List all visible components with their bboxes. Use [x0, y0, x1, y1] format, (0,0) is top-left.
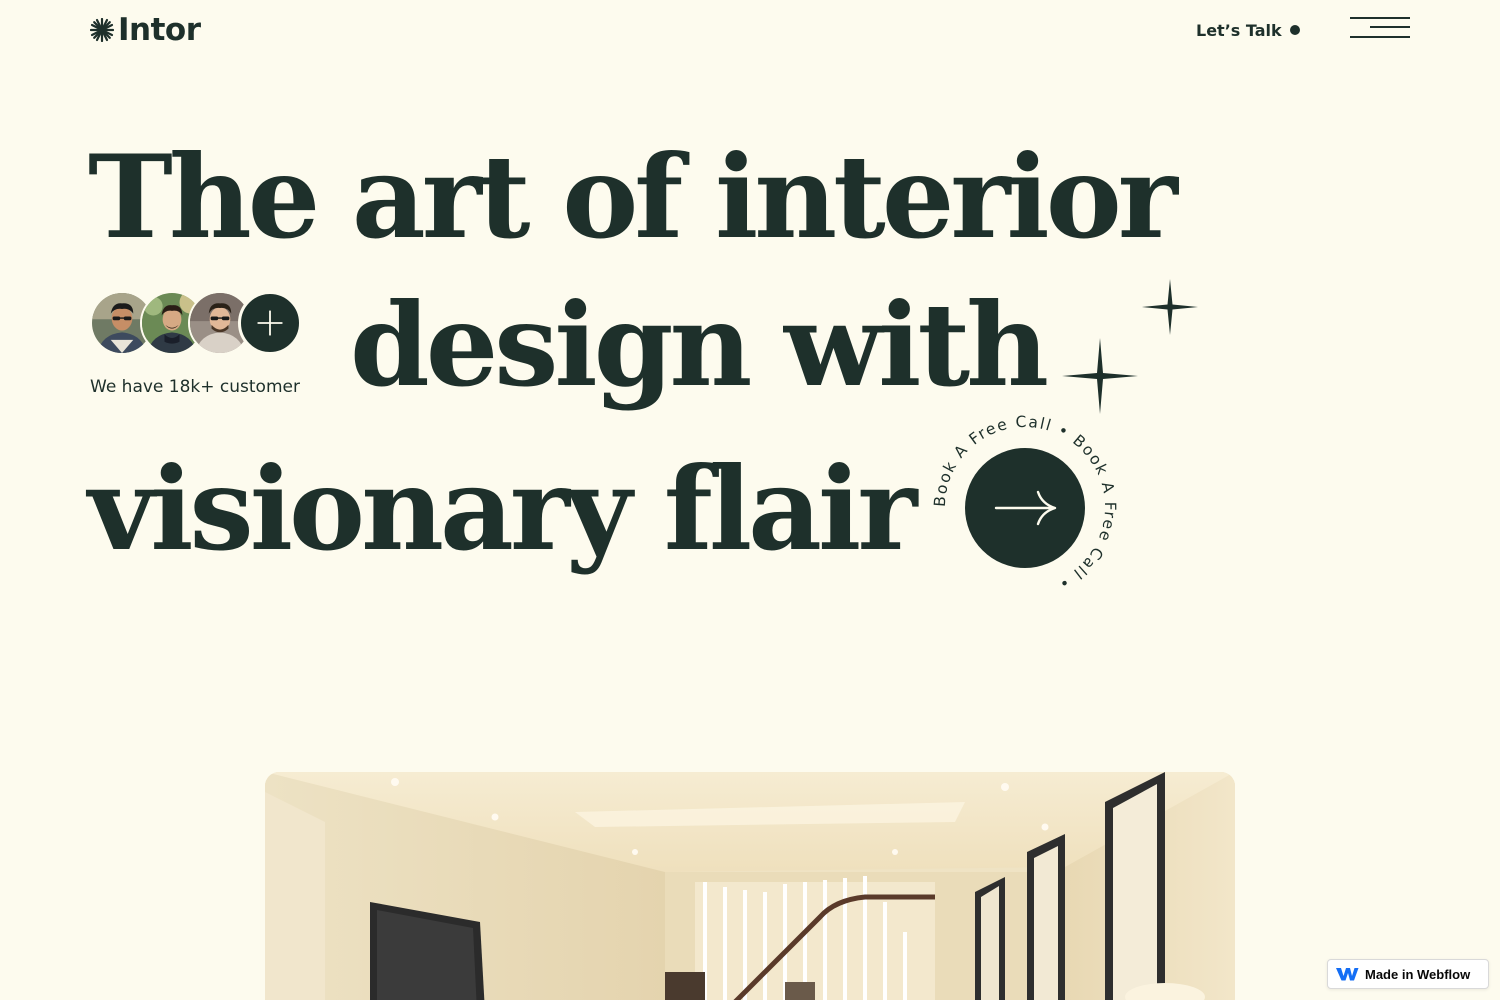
hero-headline-line-3: visionary flair [88, 442, 917, 576]
starburst-icon [90, 18, 114, 42]
lets-talk-link[interactable]: Let’s Talk [1196, 18, 1300, 42]
book-free-call-button[interactable]: Book A Free Call • Book A Free Call • [930, 412, 1120, 602]
menu-line [1350, 17, 1410, 19]
customer-count-text: We have 18k+ customer [90, 377, 300, 397]
made-in-webflow-badge[interactable]: Made in Webflow [1327, 959, 1489, 989]
customer-avatars [90, 291, 305, 355]
interior-photo [265, 772, 1235, 1000]
hero-headline-line-1: The art of interior [88, 130, 1178, 264]
site-logo[interactable]: Intor [90, 10, 201, 50]
lets-talk-label: Let’s Talk [1196, 20, 1282, 40]
webflow-logo-icon [1336, 968, 1359, 981]
hamburger-menu-button[interactable] [1348, 14, 1412, 44]
plus-icon [257, 310, 283, 336]
four-point-star-icon [1142, 279, 1198, 335]
made-in-webflow-label: Made in Webflow [1365, 966, 1471, 982]
four-point-star-icon [1062, 338, 1138, 414]
more-customers-button[interactable] [238, 291, 302, 355]
menu-line [1370, 26, 1410, 28]
menu-line [1350, 36, 1410, 38]
dot-icon [1289, 25, 1300, 35]
hero-headline-line-2: design with [350, 278, 1049, 412]
logo-text: Intor [118, 12, 201, 48]
